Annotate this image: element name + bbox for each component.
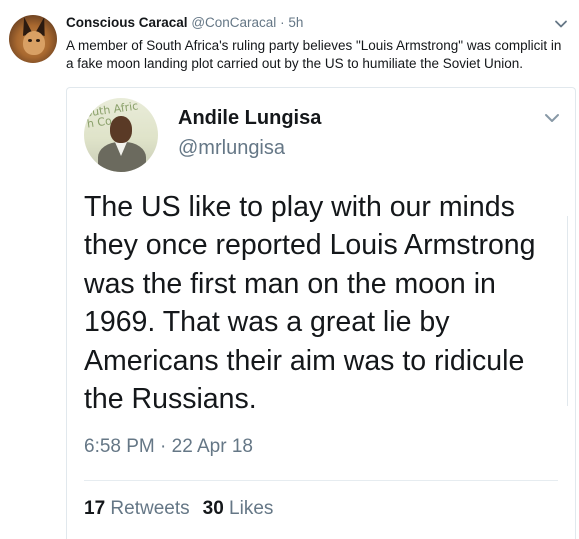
quoted-display-name[interactable]: Andile Lungisa bbox=[178, 107, 321, 130]
timeline-background: Conscious Caracal @ConCaracal · 5h A mem… bbox=[0, 0, 579, 539]
chevron-down-icon[interactable] bbox=[553, 16, 569, 32]
avatar-head bbox=[110, 116, 132, 143]
outer-tweet[interactable]: Conscious Caracal @ConCaracal · 5h A mem… bbox=[0, 0, 579, 539]
profile-photo-avatar[interactable]: outh Afric h Co bbox=[84, 98, 158, 172]
quoted-tweet-card[interactable]: outh Afric h Co Andile Lungisa @mrlungisa… bbox=[66, 87, 576, 539]
chevron-down-icon-svg bbox=[555, 20, 567, 28]
avatar-face bbox=[23, 31, 45, 55]
like-count[interactable]: 30 bbox=[203, 498, 224, 519]
outer-tweet-text: A member of South Africa's ruling party … bbox=[66, 38, 562, 71]
outer-tweet-header: Conscious Caracal @ConCaracal · 5h bbox=[66, 15, 303, 30]
outer-separator: · bbox=[276, 15, 289, 30]
scrollbar-edge bbox=[567, 216, 572, 406]
like-label[interactable]: Likes bbox=[229, 498, 273, 519]
chevron-down-icon[interactable] bbox=[542, 108, 562, 128]
quoted-tweet-text: The US like to play with our minds they … bbox=[84, 191, 536, 416]
stats-divider bbox=[84, 480, 558, 481]
tweet-stats: 17 Retweets 30 Likes bbox=[84, 498, 273, 520]
outer-display-name[interactable]: Conscious Caracal bbox=[66, 15, 188, 30]
outer-handle[interactable]: @ConCaracal bbox=[191, 15, 276, 30]
quoted-handle[interactable]: @mrlungisa bbox=[178, 137, 285, 160]
retweet-label[interactable]: Retweets bbox=[110, 498, 189, 519]
chevron-down-icon-svg bbox=[545, 114, 559, 122]
caracal-avatar-icon[interactable] bbox=[9, 15, 57, 63]
retweet-count[interactable]: 17 bbox=[84, 498, 105, 519]
quoted-tweet-datetime[interactable]: 6:58 PM · 22 Apr 18 bbox=[84, 436, 253, 458]
outer-timestamp[interactable]: 5h bbox=[288, 15, 303, 30]
avatar-eye-right bbox=[36, 39, 40, 42]
avatar-eye-left bbox=[28, 39, 32, 42]
